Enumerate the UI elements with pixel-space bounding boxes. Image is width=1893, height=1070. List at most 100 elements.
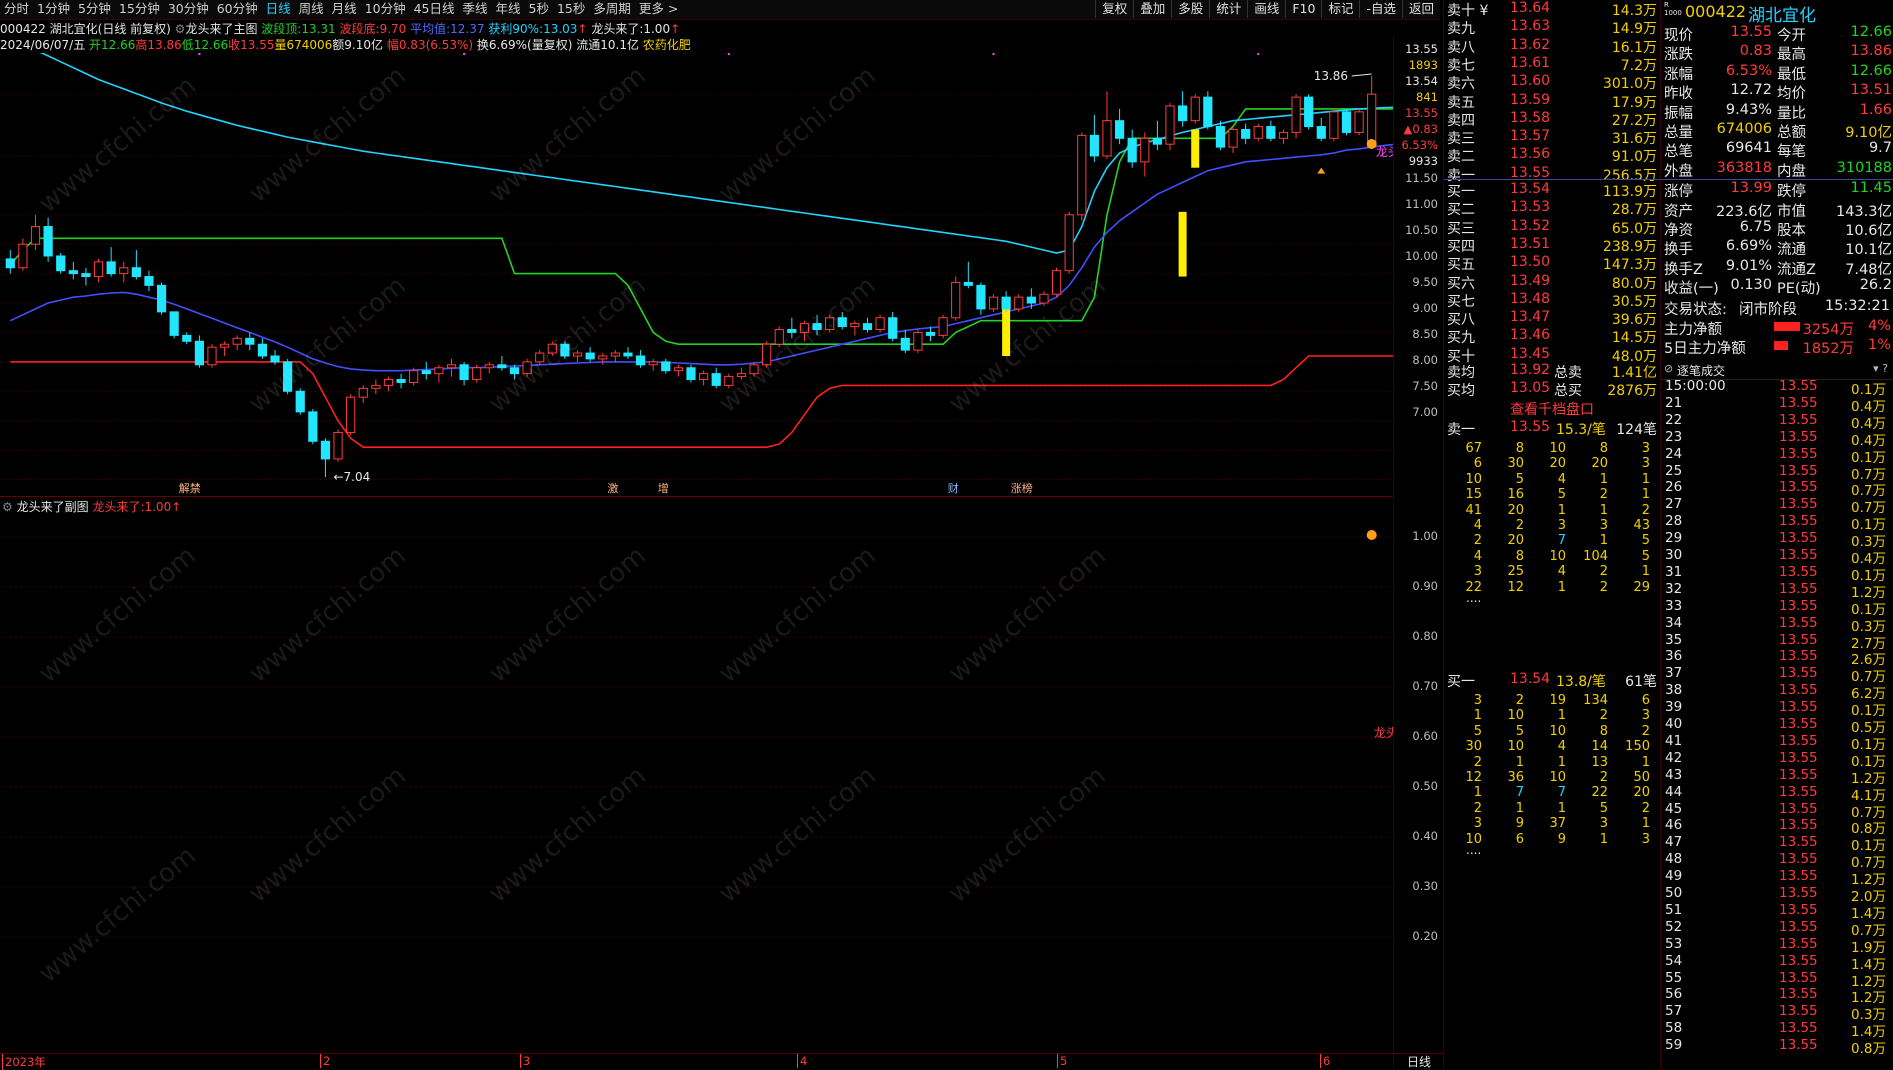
sub-chart-title[interactable]: 龙头来了副图 [17, 500, 89, 514]
candle[interactable] [182, 332, 192, 345]
period-tab[interactable]: 多周期 [589, 0, 635, 18]
candle[interactable] [1064, 211, 1074, 274]
candle[interactable] [5, 250, 15, 274]
buy-level-row[interactable]: 买五 13.50 147.3万 [1444, 254, 1660, 273]
header-name[interactable]: 湖北宜化 [1748, 1, 1816, 26]
candle[interactable] [484, 361, 494, 374]
buy-level-row[interactable]: 买四 13.51 238.9万 [1444, 236, 1660, 255]
buy-level-row[interactable]: 买一 13.54 113.9万 [1444, 181, 1660, 200]
candle[interactable] [1001, 291, 1011, 312]
candle[interactable] [56, 253, 66, 274]
candle[interactable] [43, 217, 53, 262]
toolbar-button[interactable]: 复权 [1095, 0, 1133, 18]
period-tab[interactable]: 45日线 [410, 0, 459, 18]
candle[interactable] [875, 314, 885, 333]
toolbar-button[interactable]: 返回 [1401, 0, 1440, 18]
candle[interactable] [169, 311, 179, 339]
candle[interactable] [396, 373, 406, 389]
candle[interactable] [1165, 103, 1175, 151]
candle[interactable] [459, 361, 469, 386]
candle[interactable] [673, 364, 683, 377]
period-tab[interactable]: 15分钟 [115, 0, 164, 18]
candle[interactable] [81, 267, 91, 286]
period-tab[interactable]: 月线 [328, 0, 361, 18]
queue-more[interactable]: .... [1466, 591, 1481, 605]
candle[interactable] [1291, 94, 1301, 139]
candle[interactable] [610, 350, 620, 362]
candle[interactable] [951, 276, 961, 321]
toolbar-button[interactable]: 多股 [1171, 0, 1209, 18]
sell-level-row[interactable]: 卖八 13.62 16.1万 [1444, 37, 1660, 56]
candle[interactable] [963, 261, 973, 289]
candle[interactable] [988, 294, 999, 312]
candle[interactable] [598, 353, 608, 365]
sub-settings-icon[interactable]: ⚙ [2, 500, 13, 514]
candle[interactable] [1278, 129, 1289, 145]
candle[interactable] [976, 282, 986, 315]
candle[interactable] [1354, 108, 1364, 136]
period-tab[interactable]: 更多 > [635, 0, 682, 18]
period-tab[interactable]: 年线 [492, 0, 525, 18]
candle[interactable] [207, 344, 217, 368]
bar-sector[interactable]: 农药化肥 [643, 38, 691, 52]
candle[interactable] [409, 367, 419, 386]
candle[interactable] [232, 335, 242, 351]
period-tab[interactable]: 季线 [459, 0, 492, 18]
candle[interactable] [93, 258, 104, 283]
period-tab[interactable]: 分时 [0, 0, 33, 18]
candle[interactable] [938, 314, 948, 339]
candle[interactable] [18, 238, 28, 271]
ticks-collapse-icon[interactable]: ⊘ [1664, 362, 1673, 375]
sell-level-row[interactable]: 卖五 13.59 17.9万 [1444, 92, 1660, 111]
period-tab[interactable]: 5分钟 [74, 0, 115, 18]
toolbar-button[interactable]: F10 [1285, 0, 1321, 18]
sell-level-row[interactable]: 卖十 ¥ 13.64 14.3万 [1444, 0, 1660, 19]
period-tab[interactable]: 30分钟 [164, 0, 213, 18]
candle[interactable] [648, 358, 658, 371]
candle[interactable] [1089, 114, 1099, 162]
period-tab[interactable]: 10分钟 [361, 0, 410, 18]
toolbar-button[interactable]: 叠加 [1133, 0, 1171, 18]
candle[interactable] [711, 367, 721, 389]
event-label[interactable]: 财 [948, 481, 959, 495]
candle[interactable] [472, 364, 482, 383]
candle[interactable] [106, 247, 116, 277]
buy-level-row[interactable]: 买九 13.46 14.5万 [1444, 327, 1660, 346]
candle[interactable] [661, 358, 671, 374]
candle[interactable] [1228, 126, 1238, 154]
sell-level-row[interactable]: 卖九 13.63 14.9万 [1444, 18, 1660, 37]
period-tab[interactable]: 日线 [262, 0, 295, 18]
candle[interactable] [635, 350, 646, 368]
candle[interactable] [131, 250, 141, 280]
candle[interactable] [686, 364, 696, 383]
candle[interactable] [1152, 120, 1163, 151]
sell-level-row[interactable]: 卖二 13.56 91.0万 [1444, 146, 1660, 165]
candle[interactable] [383, 376, 394, 392]
candle[interactable] [1316, 117, 1326, 142]
period-tab[interactable]: 周线 [295, 0, 328, 18]
toolbar-button[interactable]: 标记 [1321, 0, 1359, 18]
sell-level-row[interactable]: 卖三 13.57 31.6万 [1444, 128, 1660, 147]
candle[interactable] [434, 364, 444, 383]
event-label[interactable]: 激 [607, 481, 618, 495]
indicator-name[interactable]: 龙头来了主图 [185, 22, 257, 36]
candle[interactable] [1014, 294, 1024, 312]
candle[interactable] [30, 214, 41, 251]
candle[interactable] [497, 355, 507, 371]
sub-indicator-chart[interactable]: 龙头来了 [0, 497, 1393, 1053]
candle[interactable] [1127, 129, 1137, 168]
period-tab[interactable]: 5秒 [525, 0, 553, 18]
candle[interactable] [1253, 123, 1263, 142]
candle[interactable] [1077, 132, 1087, 221]
candle[interactable] [346, 394, 356, 436]
toolbar-button[interactable]: 统计 [1209, 0, 1247, 18]
candle[interactable] [1178, 91, 1188, 127]
candle[interactable] [1341, 108, 1352, 136]
candle[interactable] [219, 341, 230, 356]
candle[interactable] [295, 388, 305, 415]
event-label[interactable]: 解禁 [179, 481, 201, 495]
candle[interactable] [1051, 267, 1062, 298]
depth-link[interactable]: 查看千档盘口 [1444, 399, 1660, 419]
sell-level-row[interactable]: 卖七 13.61 7.2万 [1444, 55, 1660, 74]
candle[interactable] [245, 332, 255, 351]
